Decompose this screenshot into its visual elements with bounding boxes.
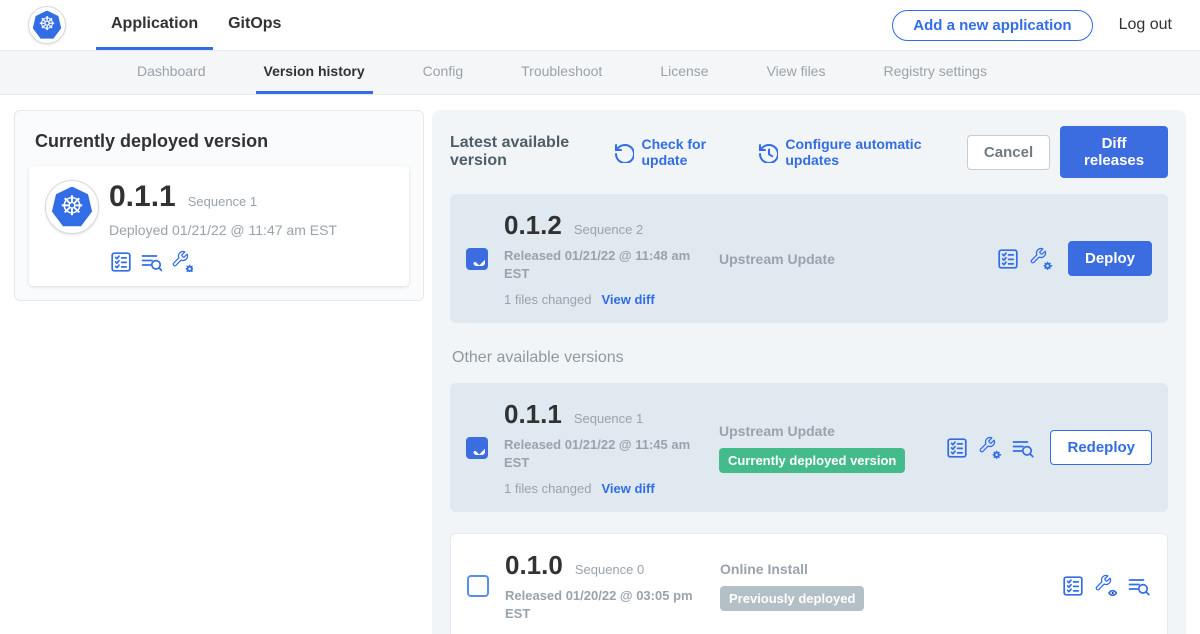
app-logo-wheel-icon: ☸ <box>60 193 84 220</box>
release-notes-icon[interactable] <box>1061 574 1085 598</box>
top-nav-tabs: Application GitOps <box>96 0 296 50</box>
app-logo-heptagon: ☸ <box>52 187 93 228</box>
version-actions <box>1061 574 1151 598</box>
tab-troubleshoot[interactable]: Troubleshoot <box>513 51 610 94</box>
version-card-0-1-2: 0.1.2 Sequence 2 Released 01/21/22 @ 11:… <box>450 194 1168 323</box>
released-timestamp: Released 01/20/22 @ 03:05 pm EST <box>505 587 700 622</box>
release-notes-icon[interactable] <box>996 247 1020 271</box>
version-number: 0.1.1 <box>504 399 562 430</box>
currently-deployed-panel: Currently deployed version ☸ 0.1.1 Seque… <box>14 110 424 301</box>
redeploy-button[interactable]: Redeploy <box>1050 430 1152 465</box>
version-card-0-1-0: 0.1.0 Sequence 0 Released 01/20/22 @ 03:… <box>450 533 1168 634</box>
top-nav-right: Add a new application Log out <box>892 10 1172 41</box>
sequence-label: Sequence 2 <box>574 222 643 237</box>
currently-deployed-badge: Currently deployed version <box>719 448 905 473</box>
tab-view-files[interactable]: View files <box>759 51 834 94</box>
tab-gitops[interactable]: GitOps <box>213 0 296 50</box>
config-icon[interactable] <box>171 250 193 272</box>
source-label: Upstream Update <box>719 423 945 439</box>
version-number: 0.1.2 <box>504 210 562 241</box>
kubernetes-logo: ☸ <box>28 6 66 44</box>
app-logo: ☸ <box>45 180 99 234</box>
add-new-application-button[interactable]: Add a new application <box>892 10 1092 41</box>
version-source: Upstream Update Currently deployed versi… <box>709 423 945 473</box>
top-nav: ☸ Application GitOps Add a new applicati… <box>0 0 1200 50</box>
kubernetes-heptagon: ☸ <box>33 11 62 40</box>
sequence-label: Sequence 1 <box>574 411 643 426</box>
logout-link[interactable]: Log out <box>1119 16 1172 34</box>
view-diff-link[interactable]: View diff <box>601 481 654 496</box>
deployed-panel-title: Currently deployed version <box>35 131 403 152</box>
config-icon[interactable] <box>978 436 1002 460</box>
configure-automatic-updates-label: Configure automatic updates <box>785 136 941 168</box>
available-versions-panel: Latest available version Check for updat… <box>432 110 1186 634</box>
version-select-checkbox[interactable] <box>467 575 489 597</box>
check-for-update-link[interactable]: Check for update <box>613 136 731 168</box>
other-available-versions-title: Other available versions <box>452 349 1168 367</box>
check-for-update-label: Check for update <box>641 136 731 168</box>
released-timestamp: Released 01/21/22 @ 11:45 am EST <box>504 436 699 471</box>
preflight-icon[interactable] <box>1094 574 1118 598</box>
deployed-version-card: ☸ 0.1.1 Sequence 1 Deployed 01/21/22 @ 1… <box>29 166 409 286</box>
tab-application[interactable]: Application <box>96 0 213 50</box>
released-timestamp: Released 01/21/22 @ 11:48 am EST <box>504 247 699 282</box>
available-panel-header: Latest available version Check for updat… <box>450 126 1168 178</box>
release-notes-icon[interactable] <box>945 436 969 460</box>
auto-update-clock-icon <box>757 142 778 163</box>
cancel-button[interactable]: Cancel <box>967 135 1050 170</box>
release-notes-icon[interactable] <box>109 250 131 272</box>
version-actions: Deploy <box>996 241 1152 276</box>
latest-available-title: Latest available version <box>450 134 599 170</box>
deployed-timestamp: Deployed 01/21/22 @ 11:47 am EST <box>109 222 337 238</box>
files-changed-label: 1 files changed <box>504 481 591 496</box>
main-content: Currently deployed version ☸ 0.1.1 Seque… <box>0 95 1200 634</box>
version-actions: Redeploy <box>945 430 1152 465</box>
sequence-label: Sequence 0 <box>575 562 644 577</box>
version-info: 0.1.0 Sequence 0 Released 01/20/22 @ 03:… <box>505 550 710 622</box>
config-icon[interactable] <box>1029 247 1053 271</box>
version-number: 0.1.0 <box>505 550 563 581</box>
files-changed-label: 1 files changed <box>504 292 591 307</box>
deploy-button[interactable]: Deploy <box>1068 241 1152 276</box>
tab-config[interactable]: Config <box>415 51 471 94</box>
source-label: Upstream Update <box>719 251 996 267</box>
tab-version-history[interactable]: Version history <box>256 51 373 94</box>
version-info: 0.1.2 Sequence 2 Released 01/21/22 @ 11:… <box>504 210 709 307</box>
view-diff-link[interactable]: View diff <box>601 292 654 307</box>
version-source: Upstream Update <box>709 251 996 267</box>
view-files-icon[interactable] <box>140 250 162 272</box>
version-select-checkbox[interactable] <box>466 248 488 270</box>
version-source: Online Install Previously deployed <box>710 561 1061 611</box>
deployed-version-number: 0.1.1 <box>109 180 176 214</box>
version-card-0-1-1: 0.1.1 Sequence 1 Released 01/21/22 @ 11:… <box>450 383 1168 512</box>
view-files-icon[interactable] <box>1127 574 1151 598</box>
kubernetes-wheel-icon: ☸ <box>38 15 55 34</box>
diff-releases-button[interactable]: Diff releases <box>1060 126 1168 178</box>
tab-dashboard[interactable]: Dashboard <box>129 51 214 94</box>
app-sub-nav: Dashboard Version history Config Trouble… <box>0 50 1200 95</box>
deployed-version-info: 0.1.1 Sequence 1 Deployed 01/21/22 @ 11:… <box>109 180 337 272</box>
view-files-icon[interactable] <box>1011 436 1035 460</box>
source-label: Online Install <box>720 561 1061 577</box>
configure-automatic-updates-link[interactable]: Configure automatic updates <box>757 136 941 168</box>
previously-deployed-badge: Previously deployed <box>720 586 864 611</box>
tab-license[interactable]: License <box>652 51 716 94</box>
deployed-action-icons <box>109 250 337 272</box>
version-select-checkbox[interactable] <box>466 437 488 459</box>
tab-registry-settings[interactable]: Registry settings <box>875 51 994 94</box>
version-info: 0.1.1 Sequence 1 Released 01/21/22 @ 11:… <box>504 399 709 496</box>
deployed-sequence-label: Sequence 1 <box>188 194 257 209</box>
refresh-icon <box>613 142 634 163</box>
